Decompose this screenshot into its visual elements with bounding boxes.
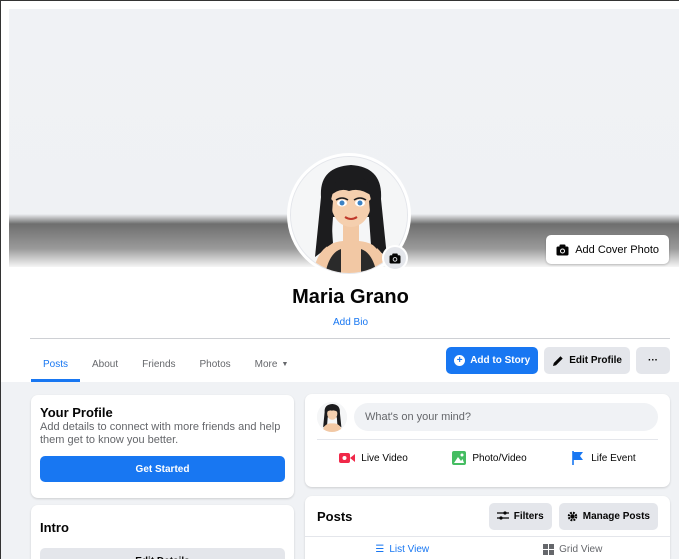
gear-icon <box>567 511 578 521</box>
tab-photos[interactable]: Photos <box>188 346 243 382</box>
tab-posts[interactable]: Posts <box>31 346 81 382</box>
browser-window: Add Cover Photo Maria Grano Add Bio Post… <box>0 0 679 559</box>
filters-label: Filters <box>513 510 544 522</box>
filters-button[interactable]: Filters <box>488 502 552 530</box>
avatar-illustration <box>317 402 347 432</box>
composer-avatar[interactable] <box>317 402 347 432</box>
chevron-down-icon: ▼ <box>281 360 289 368</box>
life-event-button[interactable]: Life Event <box>563 444 643 472</box>
update-profile-picture-button[interactable] <box>382 245 408 271</box>
plus-icon: + <box>454 355 466 366</box>
life-event-label: Life Event <box>591 452 636 464</box>
tab-about[interactable]: About <box>80 346 130 382</box>
more-options-button[interactable]: ··· <box>636 347 670 374</box>
profile-name: Maria Grano <box>292 286 409 308</box>
list-view-label: List View <box>389 543 430 555</box>
add-bio-link[interactable]: Add Bio <box>1 317 679 328</box>
flag-icon <box>572 451 584 465</box>
get-started-button[interactable]: Get Started <box>40 456 285 482</box>
view-toggle: ☰ List View Grid View <box>317 537 658 559</box>
ellipsis-icon: ··· <box>648 355 658 366</box>
sliders-icon <box>496 511 509 520</box>
profile-actions: + Add to Story Edit Profile ··· <box>446 347 670 374</box>
pencil-icon <box>553 355 563 366</box>
intro-title: Intro <box>40 520 69 535</box>
tab-more[interactable]: More ▼ <box>243 346 301 382</box>
camera-icon <box>389 252 401 264</box>
posts-title: Posts <box>317 508 353 524</box>
edit-profile-button[interactable]: Edit Profile <box>544 347 630 374</box>
live-video-button[interactable]: Live Video <box>331 444 416 472</box>
add-cover-photo-button[interactable]: Add Cover Photo <box>546 235 669 264</box>
your-profile-title: Your Profile <box>40 405 113 420</box>
grid-view-tab[interactable]: Grid View <box>488 537 659 559</box>
photo-icon <box>452 451 467 465</box>
tab-friends[interactable]: Friends <box>130 346 187 382</box>
manage-posts-button[interactable]: Manage Posts <box>558 502 658 530</box>
live-video-label: Live Video <box>361 452 408 464</box>
grid-view-label: Grid View <box>559 543 603 555</box>
profile-header: Add Cover Photo Maria Grano Add Bio Post… <box>1 1 679 382</box>
tab-more-label: More <box>254 358 278 370</box>
photo-video-button[interactable]: Photo/Video <box>444 444 534 472</box>
add-cover-photo-label: Add Cover Photo <box>575 243 659 256</box>
composer-divider <box>317 439 658 440</box>
your-profile-card: Your Profile Add details to connect with… <box>31 395 294 498</box>
photo-video-label: Photo/Video <box>472 452 527 464</box>
list-view-tab[interactable]: ☰ List View <box>317 537 488 559</box>
edit-details-button[interactable]: Edit Details <box>40 548 285 559</box>
edit-profile-label: Edit Profile <box>569 355 622 366</box>
header-divider <box>30 338 670 339</box>
post-composer: What's on your mind? Live Video Photo/Vi… <box>305 394 670 487</box>
add-to-story-button[interactable]: + Add to Story <box>446 347 539 374</box>
manage-posts-label: Manage Posts <box>582 510 650 522</box>
add-to-story-label: Add to Story <box>470 355 531 366</box>
whats-on-your-mind-input[interactable]: What's on your mind? <box>354 403 658 431</box>
intro-card: Intro Edit Details <box>31 505 294 559</box>
live-video-icon <box>339 453 356 463</box>
grid-icon <box>543 543 555 555</box>
list-icon: ☰ <box>375 543 385 555</box>
posts-card: Posts Filters Manage Posts ☰ List View G… <box>305 496 670 559</box>
camera-icon <box>556 244 569 255</box>
profile-tabs: Posts About Friends Photos More ▼ <box>31 346 300 382</box>
composer-actions: Live Video Photo/Video Life Event <box>317 444 658 472</box>
your-profile-description: Add details to connect with more friends… <box>40 421 281 446</box>
